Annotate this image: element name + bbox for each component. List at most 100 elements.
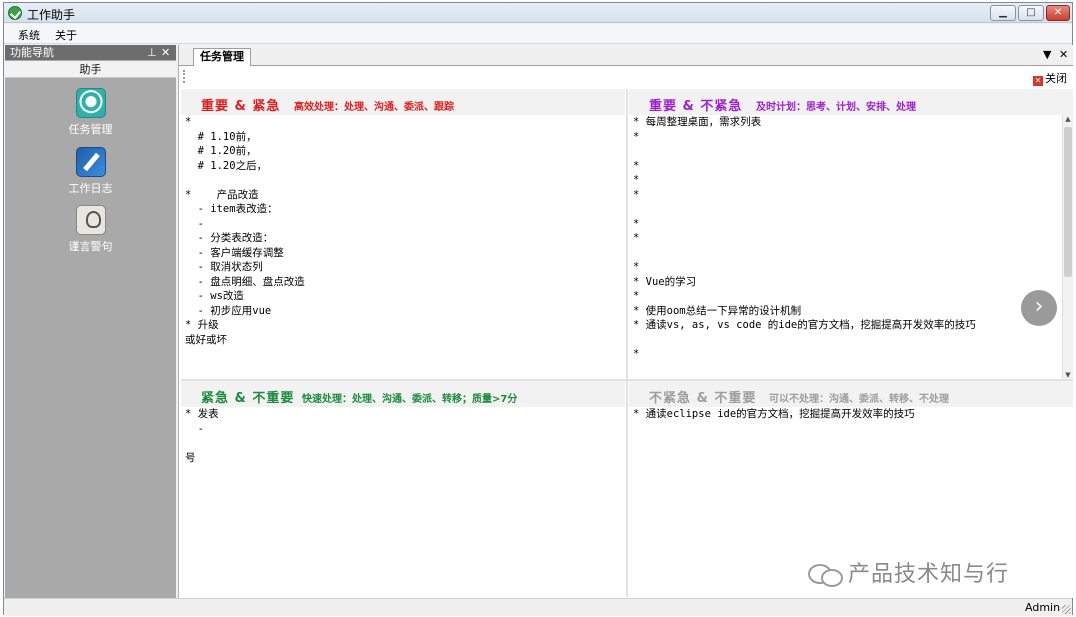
text-line: - item表改造： — [185, 203, 278, 215]
nav-item-label: 谨言警句 — [68, 240, 113, 253]
text-line: * — [633, 290, 640, 302]
nav-close-icon[interactable]: ✕ — [161, 45, 170, 60]
nav-item-work-log[interactable]: 工作日志 — [5, 147, 176, 196]
text-line: - 分类表改造： — [185, 232, 274, 244]
quadrant-important-urgent: 重要 & 紧急 高效处理：处理、沟通、委派、跟踪 * # 1.10前， # 1.… — [181, 89, 625, 379]
menu-about[interactable]: 关于 — [55, 27, 77, 43]
text-line: - — [185, 217, 204, 230]
task-icon — [75, 88, 106, 118]
text-line: - 盘点明细、盘点改造 — [185, 275, 305, 288]
quadrant-urgent-not-important: 紧急 & 不重要 快速处理：处理、沟通、委派、转移；质量>7分 * 发表 - 号 — [181, 381, 625, 597]
menu-system[interactable]: 系统 — [18, 27, 40, 43]
quadrant-divider-vertical[interactable] — [626, 89, 628, 597]
quadrant-title: 重要 & 紧急 — [201, 99, 281, 114]
toolbar-grip[interactable] — [183, 70, 186, 83]
text-line: * 升级 — [185, 319, 219, 331]
text-line: * — [633, 159, 640, 172]
quadrant-header: 不紧急 & 不重要 可以不处理：沟通、委派、转移、不处理 — [629, 381, 1073, 407]
close-red-icon: ✕ — [1033, 76, 1043, 86]
quadrant-title: 重要 & 不紧急 — [649, 99, 743, 114]
pin-icon[interactable]: ⊥ — [147, 45, 157, 60]
window-title: 工作助手 — [27, 8, 76, 22]
quadrant-title: 不紧急 & 不重要 — [649, 391, 757, 406]
text-line: # 1.20之后， — [185, 159, 268, 172]
doc-toolbar: ✕ 关闭 — [179, 67, 1073, 87]
text-line — [633, 144, 1073, 159]
text-line: - — [185, 422, 204, 435]
watermark-text: 产品技术知与行 — [848, 562, 1010, 587]
tab-list-dropdown-icon[interactable]: ▼ — [1043, 48, 1051, 61]
quadrant-title: 紧急 & 不重要 — [201, 391, 295, 406]
quadrant-header: 重要 & 不紧急 及时计划：思考、计划、安排、处理 — [629, 89, 1073, 115]
quadrant-header: 紧急 & 不重要 快速处理：处理、沟通、委派、转移；质量>7分 — [181, 381, 625, 407]
text-line: * — [633, 348, 640, 360]
scroll-thumb[interactable] — [1064, 127, 1072, 277]
quadrant-text-editor[interactable]: * # 1.10前， # 1.20前， # 1.20之后， * 产品改造 - it… — [181, 115, 625, 379]
tab-close-icon[interactable]: ✕ — [1059, 48, 1068, 61]
nav-item-task-management[interactable]: 任务管理 — [5, 88, 176, 137]
text-line: * 每周整理桌面，需求列表 — [633, 116, 762, 128]
text-line: 号 — [185, 451, 196, 464]
navigation-pane: 功能导航 ⊥ ✕ 助手 任务管理 工作日志 谨言警句 — [5, 45, 176, 598]
quadrant-text-editor[interactable]: * 每周整理桌面，需求列表 * * * * * * * * Vue的学习 * * 使用oom总结一下… — [629, 115, 1073, 379]
text-line: * — [185, 116, 192, 128]
next-arrow-button[interactable]: › — [1021, 290, 1057, 326]
wechat-icon — [808, 562, 843, 587]
status-bar: Admin — [4, 598, 1072, 616]
tab-strip: 任务管理 ▼ ✕ — [179, 45, 1073, 66]
nav-item-label: 任务管理 — [68, 123, 113, 136]
title-bar: 工作助手 ▁ □ ✕ — [4, 3, 1072, 23]
app-check-icon — [8, 6, 22, 20]
text-line — [185, 436, 625, 451]
bulb-icon — [75, 205, 106, 235]
scroll-down-icon[interactable]: ▼ — [1063, 371, 1073, 379]
quadrant-text-editor[interactable]: * 发表 - 号 — [181, 407, 625, 597]
text-line: * — [633, 232, 640, 244]
text-line: - ws改造 — [185, 290, 244, 302]
scroll-up-icon[interactable]: ▲ — [1063, 115, 1073, 123]
text-line: - 取消状态列 — [185, 261, 263, 273]
nav-pane-title: 功能导航 — [10, 46, 54, 59]
document-area: 任务管理 ▼ ✕ ✕ 关闭 重要 & 紧急 高效处理：处理、沟通、委派、跟踪 * … — [178, 45, 1073, 598]
menu-bar: 系统 关于 — [4, 24, 1072, 44]
text-line: * 通读vs, as, vs code 的ide的官方文档，挖掘提高开发效率的技… — [633, 319, 976, 331]
text-line — [633, 333, 1073, 348]
quadrant-subtitle: 可以不处理：沟通、委派、转移、不处理 — [769, 394, 949, 405]
text-line: * — [633, 174, 640, 186]
text-line: - 初步应用vue — [185, 304, 272, 317]
tab-task-management[interactable]: 任务管理 — [193, 48, 251, 66]
minimize-button[interactable]: ▁ — [990, 5, 1016, 21]
vertical-scrollbar[interactable]: ▲ ▼ — [1062, 115, 1073, 379]
text-line: * 发表 — [185, 408, 219, 420]
maximize-button[interactable]: □ — [1018, 5, 1044, 21]
main-window: 工作助手 ▁ □ ✕ 系统 关于 功能导航 ⊥ ✕ 助手 任务管理 工作日志 谨… — [3, 2, 1073, 616]
text-line: * 通读eclipse ide的官方文档，挖掘提高开发效率的技巧 — [633, 408, 915, 420]
nav-group-header[interactable]: 助手 — [5, 61, 176, 78]
close-window-button[interactable]: ✕ — [1046, 5, 1070, 21]
text-line: * — [633, 130, 640, 143]
text-line: 或好或坏 — [185, 333, 227, 346]
quadrant-divider-horizontal[interactable] — [181, 379, 1073, 381]
text-line: - 客户端缓存调整 — [185, 246, 284, 259]
status-user: Admin — [1025, 601, 1061, 614]
quadrant-subtitle: 高效处理：处理、沟通、委派、跟踪 — [294, 102, 454, 113]
quadrant-subtitle: 及时计划：思考、计划、安排、处理 — [756, 102, 916, 113]
quadrant-important-not-urgent: 重要 & 不紧急 及时计划：思考、计划、安排、处理 * 每周整理桌面，需求列表 *… — [629, 89, 1073, 379]
text-line: * — [633, 188, 640, 201]
text-line: * — [633, 217, 640, 230]
watermark: 产品技术知与行 — [808, 556, 1009, 588]
text-line: * 使用oom总结一下异常的设计机制 — [633, 304, 802, 317]
text-line — [633, 422, 1073, 437]
text-line: * 产品改造 — [185, 188, 259, 201]
text-line — [185, 173, 625, 188]
quadrant-header: 重要 & 紧急 高效处理：处理、沟通、委派、跟踪 — [181, 89, 625, 115]
close-tool-button[interactable]: ✕ 关闭 — [1033, 70, 1067, 86]
text-line: * — [633, 261, 640, 273]
nav-item-aphorisms[interactable]: 谨言警句 — [5, 205, 176, 254]
text-line: # 1.20前， — [185, 145, 257, 157]
nav-pane-header: 功能导航 ⊥ ✕ — [5, 45, 176, 60]
text-line — [633, 246, 1073, 261]
resize-grip[interactable] — [1062, 605, 1071, 614]
quadrant-subtitle: 快速处理：处理、沟通、委派、转移；质量>7分 — [302, 394, 518, 405]
text-line: # 1.10前， — [185, 130, 257, 143]
